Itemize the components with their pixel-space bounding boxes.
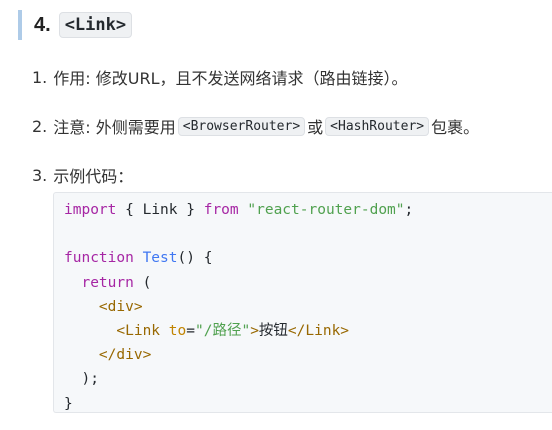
code-block: import { Link } from "react-router-dom";…	[53, 192, 552, 413]
code-punct: }	[177, 202, 204, 218]
list-item-text-before: 注意: 外侧需要用	[53, 118, 176, 137]
code-punct: {	[116, 202, 143, 218]
code-line-link: <Link to="/路径">按钮</Link>	[64, 319, 552, 343]
code-punct: );	[81, 371, 99, 388]
list-item-number: 1.	[32, 67, 48, 87]
inline-code-browser-router: <BrowserRouter>	[177, 116, 306, 136]
keyword-function: function	[64, 250, 134, 267]
keyword-from: from	[203, 202, 239, 218]
inline-code-hash-router: <HashRouter>	[325, 116, 430, 136]
code-punct: () {	[177, 250, 213, 267]
code-line-brace-close: }	[64, 392, 552, 416]
list-item-text: 作用: 修改URL，且不发送网络请求（路由链接）。	[53, 69, 408, 88]
list-item-text: 示例代码：	[53, 167, 134, 186]
code-identifier: Link	[142, 202, 178, 218]
code-string: "/路径"	[194, 322, 251, 339]
code-punct: }	[64, 395, 73, 412]
heading-number: 4.	[34, 13, 51, 36]
code-line-function: function Test() {	[64, 246, 552, 270]
list-item-3: 3. 示例代码：	[32, 163, 133, 187]
jsx-tag: </Link>	[287, 322, 350, 339]
code-line-div-open: <div>	[64, 295, 552, 319]
heading-code: <Link>	[58, 12, 133, 38]
list-item-text-mid: 或	[307, 118, 324, 137]
code-line-import: import { Link } from "react-router-dom";	[64, 198, 552, 222]
list-item-2: 2. 注意: 外侧需要用 <BrowserRouter> 或 <HashRout…	[32, 114, 479, 138]
jsx-tag: >	[250, 322, 259, 339]
section-heading: 4. <Link>	[18, 10, 133, 40]
list-item-1: 1. 作用: 修改URL，且不发送网络请求（路由链接）。	[32, 65, 408, 89]
function-name: Test	[142, 250, 178, 267]
code-line-paren-close: );	[64, 367, 552, 391]
code-line-return: return (	[64, 271, 552, 295]
jsx-attr: to	[168, 322, 187, 339]
code-punct: (	[133, 274, 152, 291]
list-item-number: 3.	[32, 165, 48, 185]
jsx-tag: <Link	[116, 322, 161, 339]
code-punct: ;	[404, 202, 414, 218]
code-string: "react-router-dom"	[247, 202, 405, 218]
jsx-tag: </div>	[98, 347, 152, 364]
list-item-text-after: 包裹。	[431, 118, 480, 137]
code-line-div-close: </div>	[64, 343, 552, 367]
jsx-tag: <div>	[98, 298, 143, 315]
keyword-return: return	[81, 274, 134, 291]
keyword-import: import	[64, 202, 117, 218]
list-item-number: 2.	[32, 116, 48, 136]
jsx-text: 按钮	[258, 322, 288, 339]
code-punct: =	[186, 322, 195, 339]
